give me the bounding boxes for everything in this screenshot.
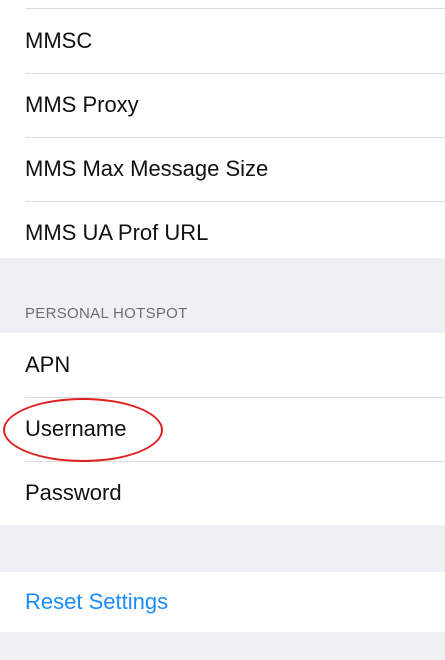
mms-proxy-field[interactable]: MMS Proxy bbox=[0, 73, 445, 137]
mmsc-label: MMSC bbox=[25, 28, 93, 53]
mmsc-field[interactable]: MMSC bbox=[0, 9, 445, 73]
reset-group: Reset Settings bbox=[0, 572, 445, 632]
cellular-data-network-screen: MMSC MMS Proxy MMS Max Message Size MMS … bbox=[0, 0, 445, 660]
username-label: Username bbox=[25, 416, 127, 441]
reset-settings-button[interactable]: Reset Settings bbox=[0, 572, 445, 632]
personal-hotspot-group: APN Username Password bbox=[0, 333, 445, 525]
mms-max-message-size-label: MMS Max Message Size bbox=[25, 156, 269, 181]
mms-ua-prof-url-label: MMS UA Prof URL bbox=[25, 220, 209, 245]
password-label: Password bbox=[25, 480, 122, 505]
apn-field[interactable]: APN bbox=[0, 333, 445, 397]
apn-label: APN bbox=[25, 352, 71, 377]
reset-settings-label: Reset Settings bbox=[25, 589, 169, 614]
mms-max-message-size-field[interactable]: MMS Max Message Size bbox=[0, 137, 445, 201]
mms-proxy-label: MMS Proxy bbox=[25, 92, 139, 117]
mms-settings-group: MMSC MMS Proxy MMS Max Message Size MMS … bbox=[0, 0, 445, 258]
personal-hotspot-section-header: PERSONAL HOTSPOT bbox=[25, 305, 188, 322]
mms-ua-prof-url-field[interactable]: MMS UA Prof URL bbox=[0, 201, 445, 265]
username-field[interactable]: Username bbox=[0, 397, 445, 461]
password-field[interactable]: Password bbox=[0, 461, 445, 525]
